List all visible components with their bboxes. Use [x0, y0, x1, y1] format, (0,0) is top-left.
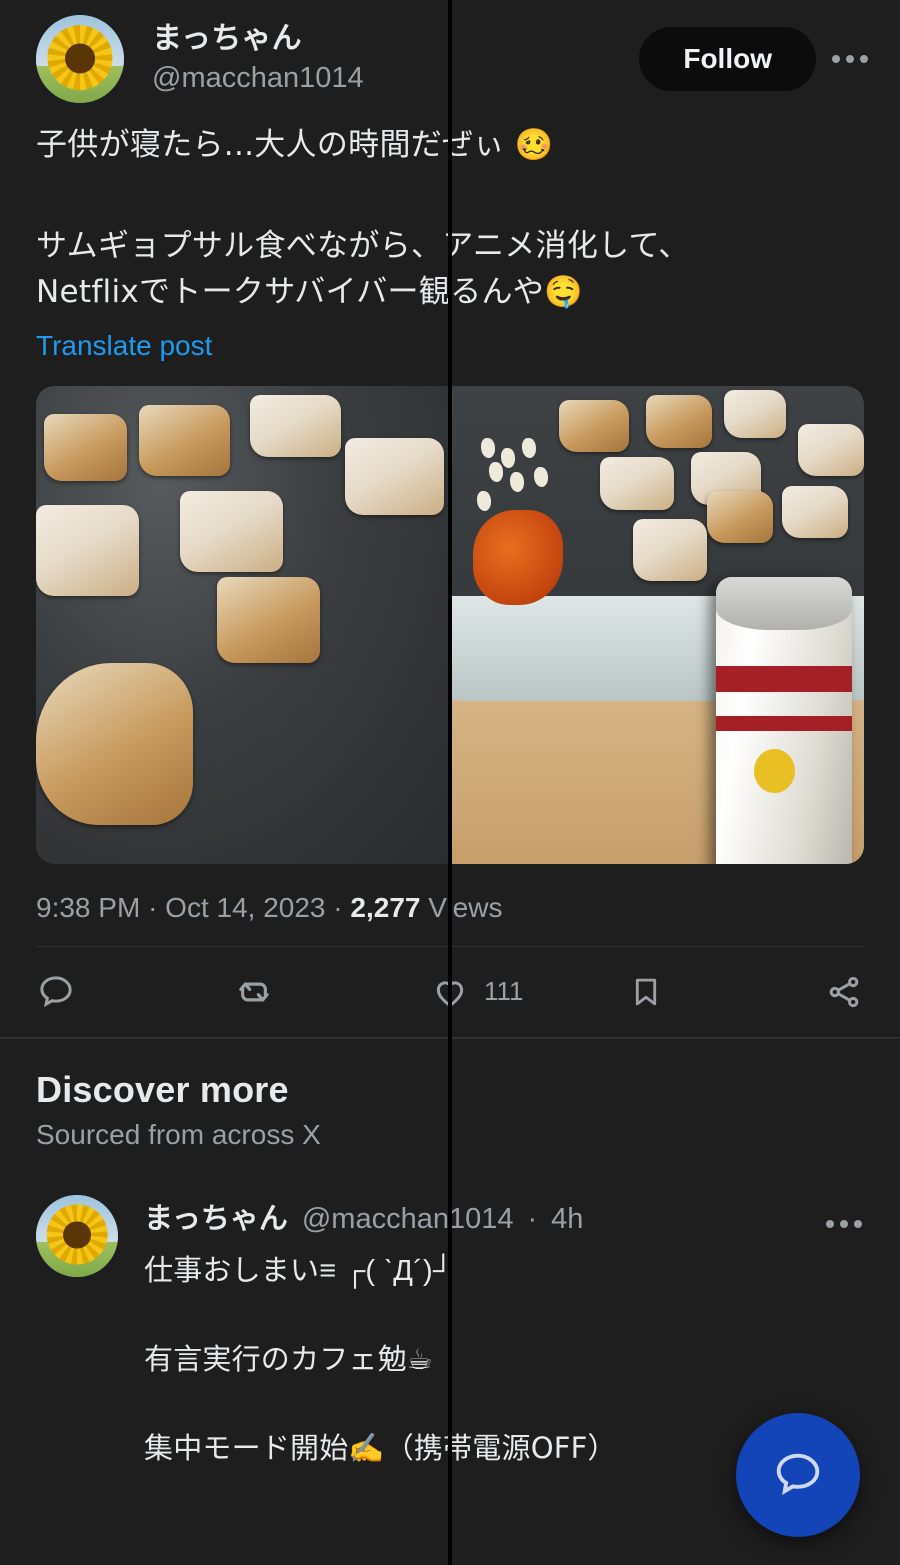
share-button[interactable]	[824, 972, 864, 1012]
share-icon	[829, 976, 859, 1007]
can-lemon-graphic	[753, 748, 795, 794]
garlic-slice	[522, 438, 537, 459]
dot	[832, 55, 840, 63]
compose-reply-icon	[776, 1453, 820, 1495]
pork-slice	[645, 395, 712, 448]
garlic-slice	[480, 438, 495, 459]
pork-slice	[633, 519, 708, 582]
can-label-band	[715, 715, 852, 731]
media-divider	[448, 0, 452, 1565]
garlic-slice	[489, 461, 504, 483]
pork-slice	[707, 490, 774, 544]
author-display-name[interactable]: まっちゃん	[152, 20, 639, 58]
tweet-time[interactable]: 9:38 PM	[36, 892, 140, 923]
pork-slice	[180, 490, 284, 572]
garlic-slice	[534, 466, 549, 487]
tweet-media-image-right[interactable]	[452, 385, 864, 864]
compose-reply-fab[interactable]	[736, 1413, 860, 1537]
bookmark-icon	[635, 978, 657, 1005]
garlic-slice	[501, 447, 516, 468]
pork-slice	[781, 485, 848, 539]
pork-slice	[139, 404, 230, 477]
like-button[interactable]: 111	[430, 972, 627, 1012]
sunflower-avatar[interactable]	[36, 1194, 118, 1277]
discover-author-display-name[interactable]: まっちゃん	[144, 1195, 288, 1237]
lemon-sour-can	[715, 576, 852, 864]
bookmark-button[interactable]	[627, 973, 824, 1011]
discover-tweet-line-2: 有言実行のカフェ勉☕	[144, 1342, 433, 1377]
discover-tweet-header: まっちゃん @macchan1014 · 4h	[144, 1195, 864, 1237]
dot	[826, 1219, 834, 1228]
author-handle[interactable]: @macchan1014	[152, 60, 639, 98]
discover-time-separator: ·	[527, 1202, 538, 1235]
pork-slice	[36, 505, 139, 596]
pork-slice	[600, 457, 675, 510]
pork-slice	[250, 395, 341, 458]
pork-slice	[217, 576, 321, 663]
tweet-media-grid[interactable]	[36, 0, 864, 1565]
meta-separator: ·	[148, 891, 158, 923]
more-horizontal-icon[interactable]	[822, 31, 878, 87]
like-count: 111	[484, 976, 524, 1006]
can-label-band	[715, 665, 852, 693]
tweet-detail-screen: まっちゃん @macchan1014 Follow 子供が寝たら...大人の時間…	[0, 0, 900, 1565]
follow-button[interactable]: Follow	[639, 27, 816, 91]
retweet-icon	[239, 982, 269, 1001]
discover-tweet-line-1: 仕事おしまい≡ ┌( ˋД´)┘	[144, 1254, 454, 1287]
discover-author-handle[interactable]: @macchan1014	[302, 1203, 514, 1236]
dot	[846, 55, 854, 63]
dot	[840, 1219, 848, 1228]
discover-time-ago[interactable]: 4h	[551, 1203, 583, 1236]
more-horizontal-icon[interactable]	[824, 1216, 864, 1232]
kimchi-pile	[472, 509, 564, 606]
garlic-slice	[476, 490, 491, 511]
tweet-media-image-left[interactable]	[36, 385, 448, 864]
tweet-date[interactable]: Oct 14, 2023	[165, 892, 325, 923]
meta-separator: ·	[333, 891, 343, 923]
retweet-button[interactable]	[233, 971, 430, 1013]
sunflower-avatar[interactable]	[36, 15, 124, 103]
reply-icon	[40, 975, 72, 1007]
pork-slice	[345, 438, 444, 515]
dot	[854, 1219, 862, 1228]
dot	[860, 55, 868, 63]
pork-slice	[723, 390, 786, 439]
reply-button[interactable]	[36, 972, 233, 1012]
views-label: Views	[428, 891, 503, 923]
pork-slice	[44, 414, 127, 482]
pork-slice	[559, 399, 630, 453]
can-lid	[715, 576, 852, 631]
pork-slice-large	[36, 662, 193, 826]
avatar-flower-center	[65, 43, 95, 74]
avatar-flower-center	[63, 1221, 91, 1249]
author-names: まっちゃん @macchan1014	[152, 20, 639, 97]
pork-slice	[798, 423, 864, 477]
translate-post-link[interactable]: Translate post	[36, 330, 212, 362]
garlic-slice	[509, 471, 524, 492]
views-count: 2,277	[350, 891, 421, 923]
